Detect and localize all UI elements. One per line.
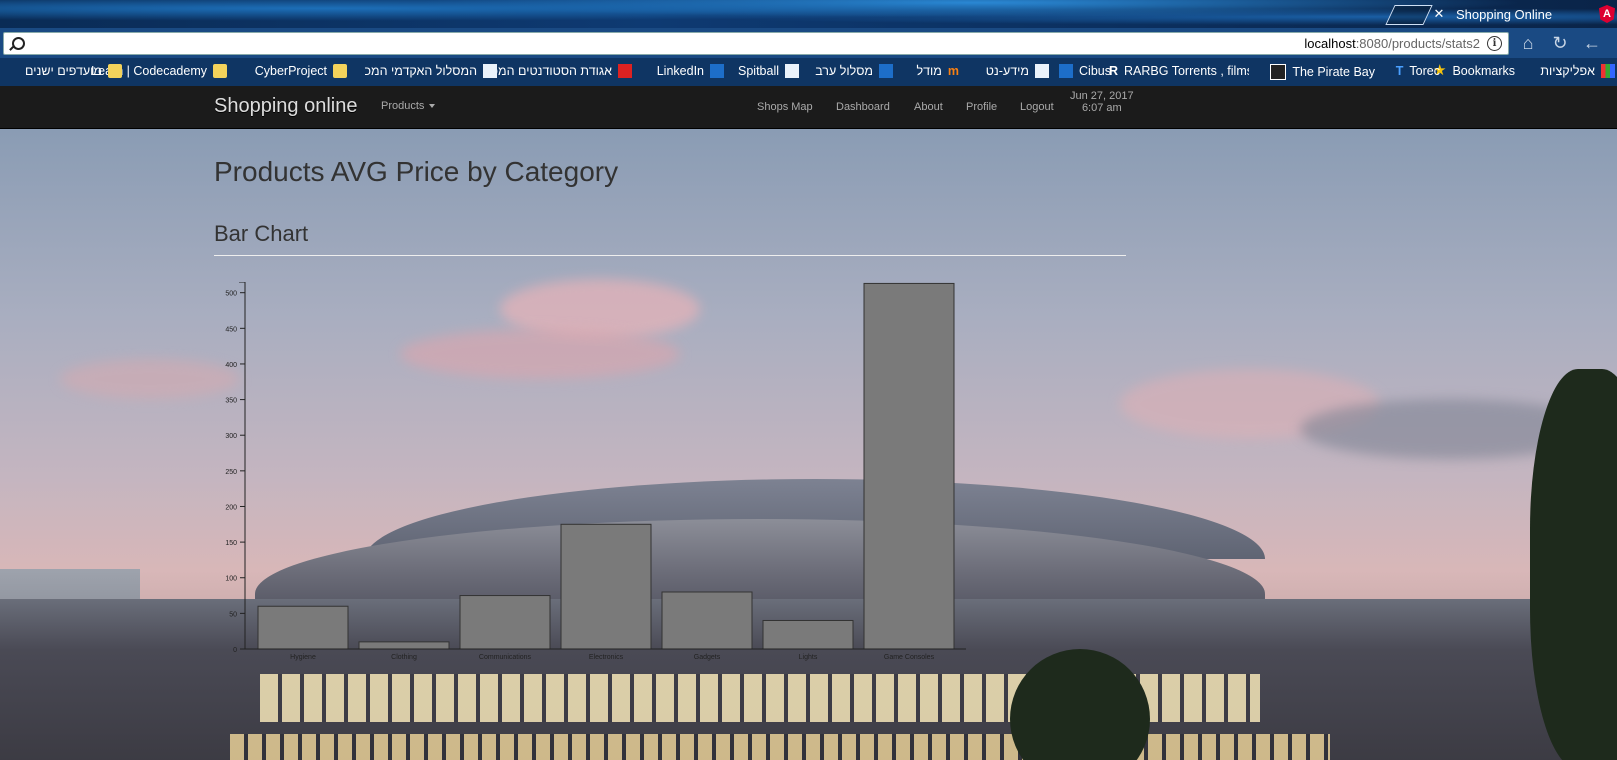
bookmark-piratebay[interactable]: The Pirate Bay	[1270, 64, 1375, 80]
bookmark-student-union[interactable]: אגודת הסטודנטים המכ	[491, 64, 632, 78]
cibus-icon	[1059, 64, 1074, 78]
y-tick-label: 500	[225, 291, 237, 298]
tab-title: Shopping Online	[1456, 6, 1553, 22]
date-text: Jun 27, 2017	[1070, 90, 1134, 102]
search-icon	[12, 37, 25, 50]
bar	[257, 605, 349, 650]
x-tick-label: Electronics	[589, 654, 624, 661]
info-icon[interactable]: i	[1487, 36, 1502, 51]
forward-icon[interactable]: →	[1611, 33, 1617, 54]
bookmark-rarbg[interactable]: R RARBG Torrents , films	[1109, 64, 1249, 78]
y-tick-label: 0	[233, 647, 237, 654]
bookmark-bookmarks[interactable]: ★ Bookmarks	[1433, 63, 1515, 78]
bookmark-evening-track[interactable]: מסלול ערב	[815, 64, 893, 78]
tree	[1530, 369, 1617, 760]
browser-titlebar: ✕ Shopping Online A	[0, 0, 1617, 28]
bookmark-torec[interactable]: T Torec	[1396, 64, 1440, 78]
folder-icon	[213, 64, 227, 78]
spitball-icon	[785, 64, 799, 78]
y-tick-label: 350	[225, 398, 237, 405]
y-tick-label: 300	[225, 433, 237, 440]
y-tick-label: 450	[225, 326, 237, 333]
site-icon	[1035, 64, 1049, 78]
site-icon	[483, 64, 497, 78]
bookmark-spitball[interactable]: Spitball	[738, 64, 799, 78]
x-tick-label: Clothing	[391, 654, 417, 661]
close-tab-icon[interactable]: ✕	[1432, 6, 1446, 22]
moodle-icon: m	[947, 64, 959, 78]
page-title: Products AVG Price by Category	[214, 156, 619, 187]
back-icon[interactable]: ←	[1579, 33, 1605, 54]
bookmarks-bar: אפליקציות ★ Bookmarks T Torec The Pirate B…	[0, 58, 1617, 86]
x-tick-label: Hygiene	[290, 654, 316, 661]
browser-nav-buttons: ⌂ ↻ ← →	[1515, 33, 1617, 54]
site-navbar: Shopping online Products Shops Map Dashb…	[0, 86, 1617, 129]
bookmark-meida-net[interactable]: מידע-נט	[986, 64, 1049, 78]
caret-down-icon	[429, 104, 436, 109]
bookmark-linkedin[interactable]: LinkedIn	[657, 64, 724, 78]
site-icon	[618, 64, 632, 78]
new-tab-button[interactable]	[1385, 5, 1433, 25]
bookmark-academic-track[interactable]: המסלול האקדמי המכ	[365, 64, 497, 78]
bar	[762, 619, 854, 650]
address-bar[interactable]: localhost:8080/products/stats2 i	[3, 32, 1509, 55]
y-tick-label: 250	[225, 469, 237, 476]
building-windows-lower	[230, 734, 1330, 760]
reload-icon[interactable]: ↻	[1547, 33, 1573, 54]
y-tick-label: 150	[225, 540, 237, 547]
nav-logout[interactable]: Logout	[1020, 101, 1054, 113]
site-icon	[879, 64, 893, 78]
linkedin-icon	[710, 64, 724, 78]
folder-icon	[333, 64, 347, 78]
angular-icon: A	[1599, 5, 1615, 23]
bar	[358, 641, 450, 650]
x-tick-label: Communications	[479, 654, 532, 661]
nav-about[interactable]: About	[914, 101, 943, 113]
y-tick-label: 100	[225, 576, 237, 583]
home-icon[interactable]: ⌂	[1515, 33, 1541, 54]
browser-tab[interactable]: ✕ Shopping Online A	[1432, 0, 1617, 28]
nav-profile[interactable]: Profile	[966, 101, 997, 113]
bookmark-cibus[interactable]: Cibus	[1059, 64, 1111, 78]
apps-icon	[1601, 64, 1615, 78]
y-tick-label: 50	[229, 611, 237, 618]
folder-icon	[108, 64, 122, 78]
x-tick-label: Gadgets	[694, 654, 721, 661]
brand-logo[interactable]: Shopping online	[214, 95, 357, 118]
clock: Jun 27, 2017 6:07 am	[1070, 90, 1134, 114]
bookmark-apps[interactable]: אפליקציות	[1540, 64, 1615, 78]
nav-shops-map[interactable]: Shops Map	[757, 101, 813, 113]
x-tick-label: Lights	[799, 654, 818, 661]
bookmark-cyberproject[interactable]: CyberProject	[255, 64, 347, 78]
section-title: Bar Chart	[214, 221, 309, 246]
bar	[863, 282, 955, 650]
url-text[interactable]: localhost:8080/products/stats2	[1304, 36, 1480, 51]
pirate-bay-icon	[1270, 64, 1287, 80]
bar-chart: 0 50 100 150 200 250 300 350 400 450 500 Hygiene Clo…	[225, 282, 966, 661]
time-text: 6:07 am	[1081, 102, 1122, 114]
bar	[560, 523, 652, 650]
nav-dashboard[interactable]: Dashboard	[836, 101, 890, 113]
x-tick-label: Game Consoles	[884, 654, 935, 661]
y-tick-label: 200	[225, 504, 237, 511]
y-tick-label: 400	[225, 362, 237, 369]
bar	[459, 595, 551, 650]
torec-icon: T	[1395, 64, 1404, 78]
bar	[661, 591, 753, 650]
bookmark-old-favorites[interactable]: מועדפים ישנים	[25, 64, 122, 78]
bookmark-moodle[interactable]: מודל m	[916, 64, 959, 78]
products-dropdown[interactable]: Products	[381, 100, 436, 112]
divider	[214, 255, 1126, 256]
